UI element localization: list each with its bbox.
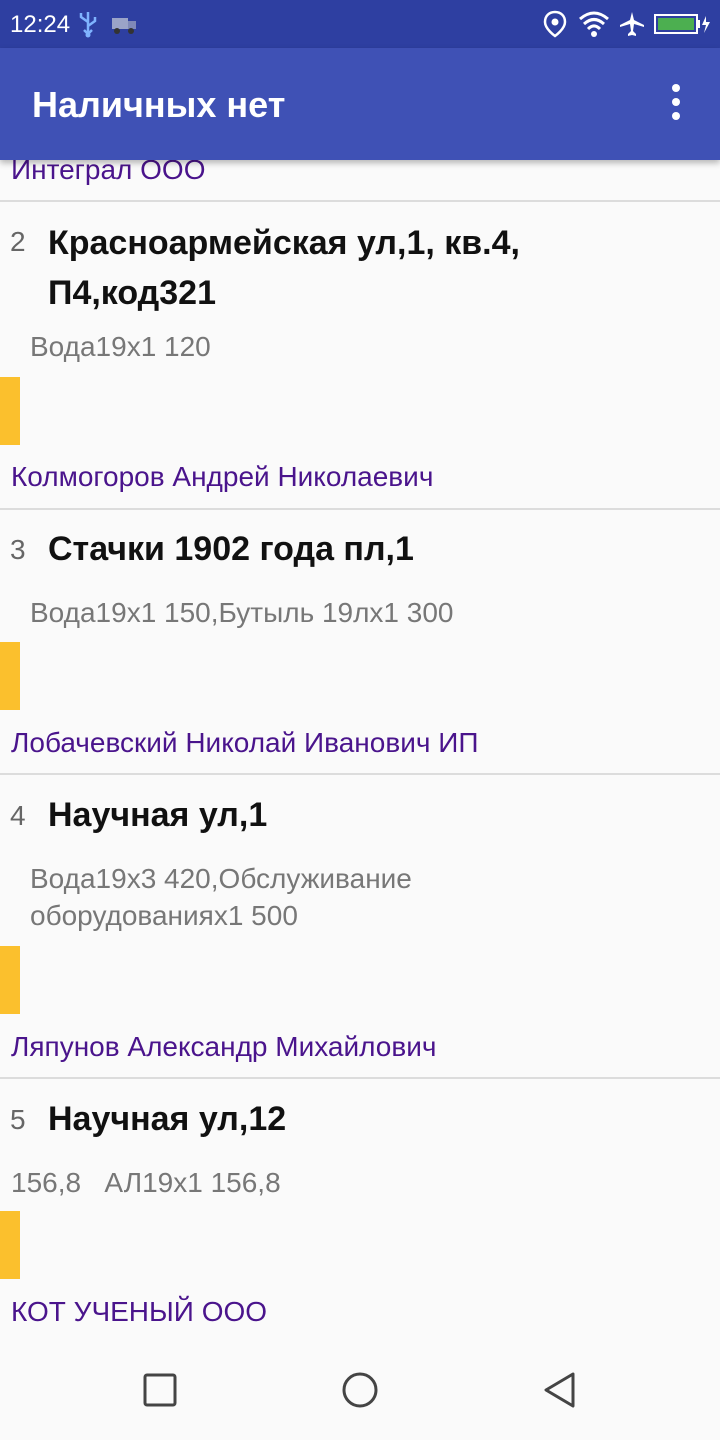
item-goods: Вода19х1 120 — [30, 331, 211, 362]
airplane-icon — [618, 10, 646, 43]
item-address: Научная ул,1 — [48, 796, 268, 834]
divider — [0, 1077, 720, 1079]
item-number: 4 — [10, 800, 26, 831]
item-goods: Вода19х1 150,Бутыль 19лх1 300 — [30, 597, 454, 628]
app-bar: Наличных нет — [0, 48, 720, 160]
status-time: 12:24 — [10, 11, 71, 38]
status-bar: 12:24 — [0, 0, 720, 48]
company-name[interactable]: Интеграл ООО — [11, 160, 205, 186]
divider — [0, 200, 720, 202]
status-marker — [0, 377, 20, 445]
item-address: Стачки 1902 года пл,1 — [48, 530, 414, 568]
back-triangle-icon[interactable] — [540, 1370, 580, 1410]
item-address: Научная ул,12 — [48, 1100, 287, 1138]
item-address: Красноармейская ул,1, кв.4, П4,код321 — [48, 224, 520, 312]
company-name: Ляпунов Александр Михайлович — [11, 1031, 437, 1062]
company-name: Колмогоров Андрей Николаевич — [11, 461, 434, 492]
divider — [0, 773, 720, 775]
usb-icon — [76, 10, 100, 43]
truck-icon — [110, 14, 138, 41]
item-goods: 156,8 АЛ19х1 156,8 — [11, 1167, 281, 1198]
company-name: КОТ УЧЕНЫЙ ООО — [11, 1296, 268, 1327]
status-marker — [0, 946, 20, 1014]
location-icon — [542, 10, 568, 43]
navigation-bar — [0, 1340, 720, 1440]
delivery-list: Интеграл ООО 2 Красноармейская ул,1, кв.… — [0, 160, 720, 1340]
more-vert-icon[interactable] — [660, 80, 694, 124]
battery-charging-icon — [654, 13, 712, 40]
item-number: 2 — [10, 226, 26, 257]
item-number: 3 — [10, 534, 26, 565]
item-number: 5 — [10, 1104, 26, 1135]
status-marker — [0, 1211, 20, 1279]
wifi-icon — [578, 10, 610, 43]
status-marker — [0, 642, 20, 710]
recents-square-icon[interactable] — [140, 1370, 180, 1410]
home-circle-icon[interactable] — [340, 1370, 380, 1410]
page-title: Наличных нет — [32, 84, 286, 125]
company-name: Лобачевский Николай Иванович ИП — [11, 727, 479, 758]
item-goods: Вода19х3 420,Обслуживание оборудованиях1… — [30, 863, 412, 931]
divider — [0, 508, 720, 510]
